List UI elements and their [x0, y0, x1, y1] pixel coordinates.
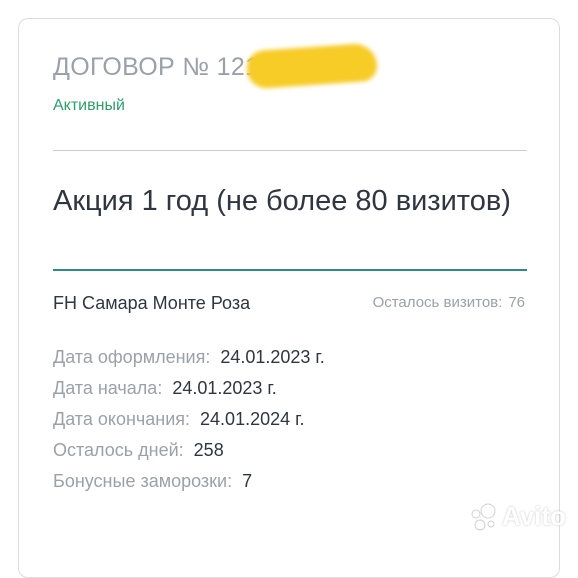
detail-row-start-date: Дата начала: 24.01.2023 г.	[53, 378, 325, 409]
detail-label: Дата начала:	[53, 378, 162, 398]
detail-value: 24.01.2023 г.	[220, 347, 324, 367]
avito-watermark: Avito	[468, 501, 566, 532]
club-name: FH Самара Монте Роза	[53, 293, 250, 314]
detail-row-days-left: Осталось дней: 258	[53, 440, 325, 471]
header-divider	[53, 150, 527, 151]
visits-remaining-label: Осталось визитов:	[373, 294, 503, 311]
avito-watermark-text: Avito	[502, 501, 566, 532]
detail-value: 258	[194, 440, 224, 460]
visits-remaining-value: 76	[508, 294, 525, 311]
plan-underline	[53, 269, 527, 271]
redaction-mark	[246, 43, 378, 90]
visits-remaining: Осталось визитов: 76	[373, 294, 525, 311]
avito-logo-icon	[468, 502, 498, 532]
detail-value: 7	[242, 471, 252, 491]
detail-label: Дата оформления:	[53, 347, 210, 367]
detail-label: Дата окончания:	[53, 409, 190, 429]
detail-label: Осталось дней:	[53, 440, 184, 460]
detail-label: Бонусные заморозки:	[53, 471, 232, 491]
contract-card[interactable]: ДОГОВОР № 121/ Активный Акция 1 год (не …	[18, 18, 560, 578]
plan-title: Акция 1 год (не более 80 визитов)	[53, 177, 527, 225]
details-list: Дата оформления: 24.01.2023 г. Дата начал…	[53, 347, 325, 502]
detail-row-issue-date: Дата оформления: 24.01.2023 г.	[53, 347, 325, 378]
detail-row-bonus-freezes: Бонусные заморозки: 7	[53, 471, 325, 502]
detail-value: 24.01.2024 г.	[200, 409, 304, 429]
status-label: Активный	[53, 97, 125, 115]
detail-row-end-date: Дата окончания: 24.01.2024 г.	[53, 409, 325, 440]
contract-number-title: ДОГОВОР № 121/	[53, 53, 267, 82]
detail-value: 24.01.2023 г.	[172, 378, 276, 398]
